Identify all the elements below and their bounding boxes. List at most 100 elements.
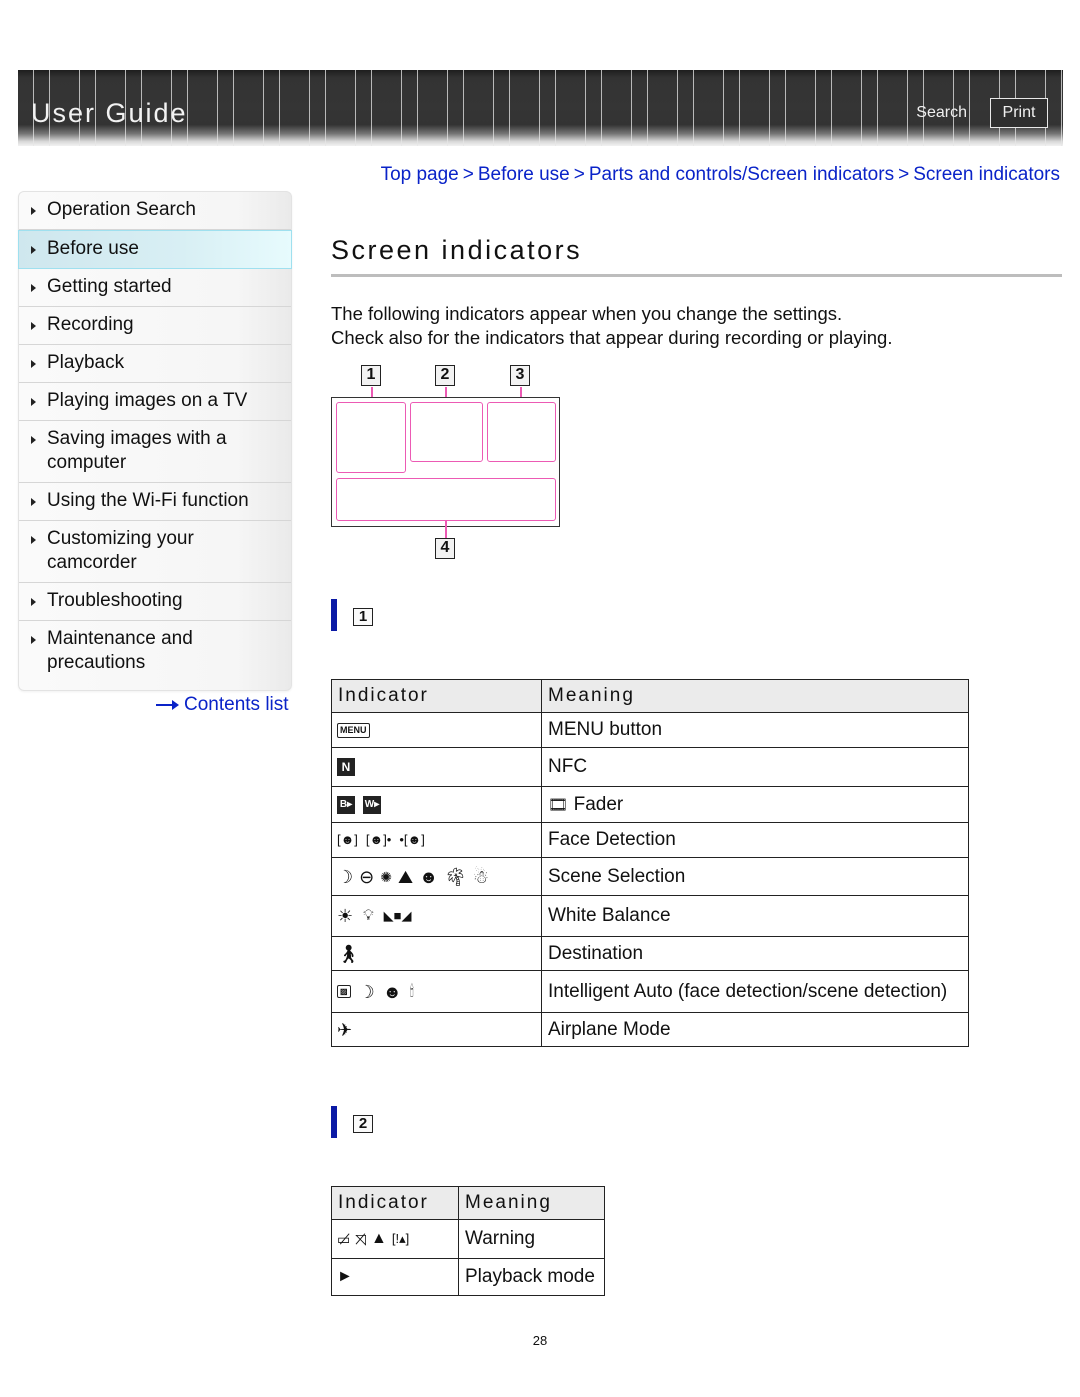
- sidebar-item-label: Getting started: [47, 276, 172, 297]
- ia-portrait-icon: ☻: [382, 981, 402, 1002]
- table-row: MENU MENU button: [331, 712, 969, 748]
- sidebar-item-label: Before use: [47, 238, 139, 259]
- meaning-cell: Intelligent Auto (face detection/scene d…: [541, 970, 969, 1013]
- face-detection-on-icon: [☻]•: [365, 832, 392, 847]
- column-header-indicator: Indicator: [331, 1186, 459, 1220]
- sidebar-item-before-use[interactable]: Before use: [18, 230, 292, 269]
- diagram-label-3: 3: [510, 365, 530, 386]
- screen-layout-diagram: 1 2 3 4: [331, 363, 561, 563]
- menu-icon: MENU: [337, 722, 370, 738]
- meaning-cell: 🎞︎ Fader: [541, 786, 969, 823]
- triangle-right-icon: [31, 536, 36, 544]
- indicator-cell: MENU: [331, 712, 542, 748]
- table-row: ☀ 💡︎ ◣■◢ White Balance: [331, 895, 969, 937]
- table-row: ► Playback mode: [331, 1258, 605, 1296]
- table-row: 🚶︎ Destination: [331, 936, 969, 971]
- region-1: [336, 402, 406, 473]
- sidebar-item-wifi[interactable]: Using the Wi-Fi function: [19, 483, 291, 521]
- destination-icon: 🚶︎: [337, 943, 360, 964]
- indicator-cell: ▭̸ ◹̸ ▲ [!▴]: [331, 1219, 459, 1259]
- sidebar-item-saving-images[interactable]: Saving images with a computer: [19, 421, 291, 483]
- indicator-table-2: Indicator Meaning ▭̸ ◹̸ ▲ [!▴] Warning ►…: [331, 1186, 605, 1296]
- diagram-label-2: 2: [435, 365, 455, 386]
- airplane-icon: ✈: [337, 1019, 353, 1040]
- contents-list-label: Contents list: [184, 694, 289, 715]
- film-strip-icon: 🎞︎: [548, 796, 569, 814]
- fader-black-icon: B▸: [337, 795, 355, 814]
- media-warning-icon: [!▴]: [391, 1231, 410, 1246]
- region-4: [336, 478, 556, 521]
- meaning-text: Fader: [573, 793, 624, 815]
- sidebar-item-operation-search[interactable]: Operation Search: [19, 192, 291, 230]
- meaning-cell: Scene Selection: [541, 857, 969, 896]
- indicator-cell: N: [331, 747, 542, 787]
- section-bar: [331, 1106, 337, 1138]
- card-warning-icon: ◹̸: [355, 1231, 367, 1247]
- meaning-cell: MENU button: [541, 712, 969, 748]
- region-2: [410, 402, 483, 462]
- section-number: 1: [353, 608, 373, 626]
- ia-spotlight-icon: 🕯︎: [409, 982, 414, 1000]
- warning-triangle-icon: ▲: [371, 1230, 387, 1247]
- table-header-row: Indicator Meaning: [331, 679, 969, 713]
- sidebar-item-maintenance[interactable]: Maintenance and precautions: [19, 621, 291, 682]
- sunrise-sunset-icon: ⊖: [359, 866, 375, 887]
- fader-white-icon: W▸: [363, 795, 381, 814]
- meaning-cell: White Balance: [541, 895, 969, 937]
- title-divider: [331, 274, 1062, 277]
- header-bar: User Guide Search Print: [18, 70, 1063, 146]
- sidebar-item-troubleshooting[interactable]: Troubleshooting: [19, 583, 291, 621]
- outdoor-wb-icon: ☀: [337, 906, 354, 926]
- triangle-right-icon: [31, 636, 36, 644]
- sidebar-item-recording[interactable]: Recording: [19, 307, 291, 345]
- beach-icon: 🌴︎: [444, 866, 467, 887]
- triangle-right-icon: [31, 207, 36, 215]
- sidebar-item-getting-started[interactable]: Getting started: [19, 269, 291, 307]
- meaning-cell: Playback mode: [458, 1258, 605, 1296]
- breadcrumb-parts-and-controls[interactable]: Parts and controls/Screen indicators: [589, 164, 894, 185]
- table-row: [☻] [☻]• •[☻] Face Detection: [331, 822, 969, 858]
- landscape-icon: ⛰: [397, 866, 414, 887]
- meaning-cell: Face Detection: [541, 822, 969, 858]
- table-row: N NFC: [331, 747, 969, 787]
- breadcrumb-top-page[interactable]: Top page: [381, 164, 459, 185]
- breadcrumb-screen-indicators[interactable]: Screen indicators: [913, 164, 1060, 185]
- screen-frame: [331, 397, 560, 527]
- table-header-row: Indicator Meaning: [331, 1186, 605, 1220]
- indoor-wb-icon: 💡︎: [363, 907, 374, 924]
- sidebar-item-customizing[interactable]: Customizing your camcorder: [19, 521, 291, 583]
- meaning-cell: Destination: [541, 936, 969, 971]
- one-push-wb-icon: ◣■◢: [383, 908, 412, 923]
- snow-icon: ☃: [472, 866, 490, 887]
- face-detection-off-icon: [☻]: [337, 832, 358, 847]
- contents-list-link[interactable]: Contents list: [156, 694, 289, 716]
- ia-scene-icon: ▨: [337, 985, 351, 998]
- breadcrumb-separator: >: [462, 164, 474, 185]
- face-detection-child-priority-icon: •[☻]: [399, 832, 425, 847]
- breadcrumb-before-use[interactable]: Before use: [478, 164, 570, 185]
- intro-line-2: Check also for the indicators that appea…: [331, 327, 893, 348]
- section-number: 2: [353, 1115, 373, 1133]
- triangle-right-icon: [31, 246, 36, 254]
- meaning-cell: Warning: [458, 1219, 605, 1259]
- sidebar-item-playback[interactable]: Playback: [19, 345, 291, 383]
- play-icon: ►: [337, 1268, 353, 1285]
- sidebar-item-label: Saving images with a computer: [47, 428, 227, 473]
- diagram-label-1: 1: [361, 365, 381, 386]
- column-header-meaning: Meaning: [458, 1186, 605, 1220]
- table-row: ✈ Airplane Mode: [331, 1012, 969, 1047]
- region-3: [487, 402, 556, 462]
- search-button[interactable]: Search: [916, 104, 967, 122]
- fireworks-icon: ✺: [380, 868, 392, 885]
- page-number: 28: [532, 1333, 548, 1348]
- indicator-cell: B▸ W▸: [331, 786, 542, 823]
- triangle-right-icon: [31, 360, 36, 368]
- print-button[interactable]: Print: [990, 98, 1048, 128]
- indicator-cell: ☀ 💡︎ ◣■◢: [331, 895, 542, 937]
- night-portrait-icon: ☻: [419, 866, 439, 887]
- indicator-table-1: Indicator Meaning MENU MENU button N NFC…: [331, 679, 969, 1047]
- sidebar-item-label: Using the Wi-Fi function: [47, 490, 249, 511]
- sidebar-item-playing-on-tv[interactable]: Playing images on a TV: [19, 383, 291, 421]
- column-header-meaning: Meaning: [541, 679, 969, 713]
- app-title: User Guide: [31, 98, 188, 128]
